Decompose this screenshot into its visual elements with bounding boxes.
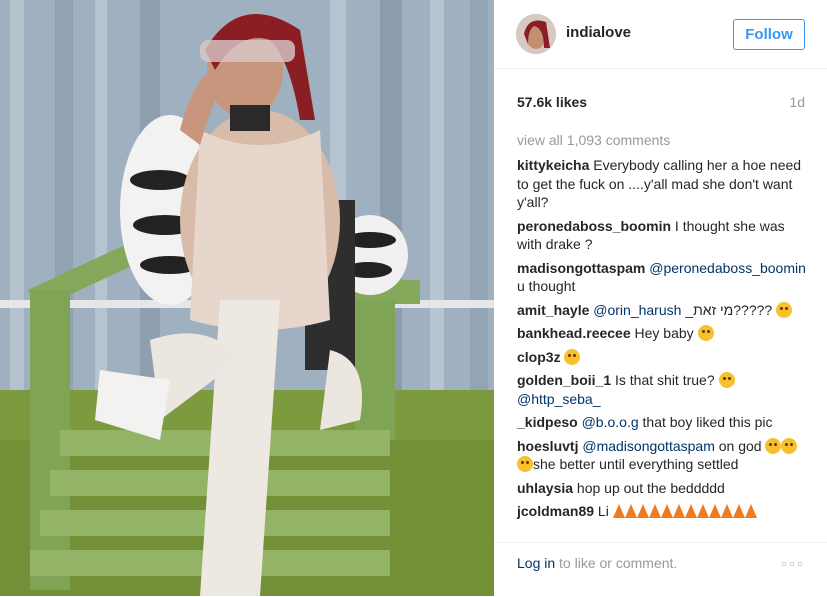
thinking-emoji-icon <box>564 348 581 365</box>
login-prompt-text: to like or comment. <box>559 555 678 571</box>
comment-item: clop3z <box>517 348 809 367</box>
comment-mention[interactable]: @peronedaboss_boomin <box>649 260 806 276</box>
comment-text: on god <box>718 437 762 454</box>
comment-item: _kidpeso @b.o.o.g that boy liked this pi… <box>517 413 809 432</box>
comment-item: amit_hayle @orin_harush _מי זאת????? <box>517 301 809 320</box>
smile-emoji-icon <box>697 325 714 341</box>
comment-text: Li <box>597 503 609 519</box>
comment-username[interactable]: bankhead.reecee <box>517 325 631 341</box>
comment-item: jcoldman89 Li <box>517 502 809 521</box>
comment-mention[interactable]: @http_seba_ <box>517 391 601 407</box>
post-header: indialove Follow <box>494 0 827 69</box>
post-time[interactable]: 1d <box>789 94 805 110</box>
comment-username[interactable]: hoesluvtj <box>517 438 578 454</box>
comment-text: _מי זאת????? <box>685 301 773 318</box>
comment-item: uhlaysia hop up out the beddddd <box>517 479 809 498</box>
comment-text: hop up out the beddddd <box>576 479 725 496</box>
more-options-icon[interactable]: ○○○ <box>781 559 805 570</box>
comment-list: kittykeicha Everybody calling her a hoe … <box>517 156 809 526</box>
comment-username[interactable]: golden_boii_1 <box>517 372 611 388</box>
traffic-cone-icon <box>612 503 757 519</box>
login-prompt: Log in to like or comment. <box>517 555 677 571</box>
comment-username[interactable]: peronedaboss_boomin <box>517 218 671 234</box>
comment-username[interactable]: jcoldman89 <box>517 503 594 519</box>
post-photo[interactable] <box>0 0 494 596</box>
face-emoji-icon <box>776 301 793 318</box>
comment-username[interactable]: amit_hayle <box>517 302 589 318</box>
post-footer: Log in to like or comment. ○○○ <box>494 542 827 597</box>
login-link[interactable]: Log in <box>517 555 555 571</box>
comment-item: madisongottaspam @peronedaboss_boomin u … <box>517 259 809 296</box>
post-image <box>0 0 494 596</box>
comment-text: Is that shit true? <box>615 372 715 388</box>
likes-count[interactable]: 57.6k likes <box>517 94 587 110</box>
comment-username[interactable]: _kidpeso <box>517 414 578 430</box>
laughing-emoji-icon <box>765 437 782 454</box>
comment-mention[interactable]: @orin_harush <box>593 302 681 318</box>
view-all-comments-link[interactable]: view all 1,093 comments <box>517 132 670 148</box>
comment-item: hoesluvtj @madisongottaspam on god she b… <box>517 437 809 474</box>
comment-mention[interactable]: @madisongottaspam <box>582 438 715 454</box>
comment-text: that boy liked this pic <box>642 414 773 430</box>
laughing-emoji-icon <box>781 437 798 454</box>
comment-text-continued: she better until everything settled <box>533 456 739 472</box>
comment-username[interactable]: uhlaysia <box>517 480 573 496</box>
follow-button[interactable]: Follow <box>733 19 805 50</box>
crying-laughing-emoji-icon <box>517 456 533 472</box>
post-side-panel: indialove Follow 57.6k likes 1d view all… <box>494 0 827 596</box>
comment-item: golden_boii_1 Is that shit true? @http_s… <box>517 371 809 408</box>
avatar[interactable] <box>516 14 556 54</box>
username-link[interactable]: indialove <box>566 24 631 41</box>
comment-item: peronedaboss_boomin I thought she was wi… <box>517 217 809 254</box>
comment-username[interactable]: clop3z <box>517 349 561 365</box>
comment-username[interactable]: madisongottaspam <box>517 260 645 276</box>
comment-mention[interactable]: @b.o.o.g <box>582 414 639 430</box>
avatar-image <box>516 14 556 54</box>
comment-text: Hey baby <box>634 325 694 341</box>
comment-item: kittykeicha Everybody calling her a hoe … <box>517 156 809 212</box>
comment-item: bankhead.reecee Hey baby <box>517 324 809 343</box>
comment-username[interactable]: kittykeicha <box>517 157 589 173</box>
comment-text: u thought <box>517 278 576 294</box>
laughing-emoji-icon <box>718 372 735 388</box>
